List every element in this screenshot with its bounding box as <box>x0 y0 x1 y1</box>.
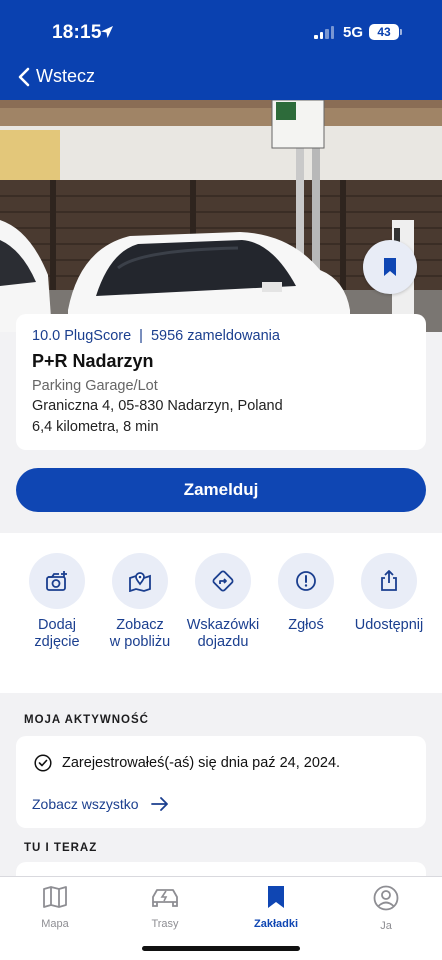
action-label-line2: zdjęcie <box>34 634 80 650</box>
network-label: 5G <box>343 24 364 41</box>
battery-tip <box>400 29 402 35</box>
back-label: Wstecz <box>36 66 96 86</box>
see-all-label: Zobacz wszystko <box>32 796 139 812</box>
action-add-photo[interactable]: Dodaj zdjęcie <box>14 553 100 651</box>
tab-profile-label: Ja <box>380 920 392 932</box>
location-arrow-icon <box>101 26 113 38</box>
action-circle <box>361 553 417 609</box>
see-all-link[interactable]: Zobacz wszystko <box>32 796 169 812</box>
action-nearby[interactable]: Zobacz w pobliżu <box>97 553 183 651</box>
activity-entry: Zarejestrowałeś(-aś) się dnia paź 24, 20… <box>34 754 340 772</box>
action-label-line1: Udostępnij <box>354 617 424 633</box>
action-label-line2: w pobliżu <box>109 634 171 650</box>
station-photo <box>0 100 442 332</box>
action-label-line1: Zobacz <box>116 617 164 633</box>
bookmark-icon <box>268 886 284 908</box>
activity-section-title: MOJA AKTYWNOŚĆ <box>24 714 149 726</box>
checkins-count[interactable]: 5956 zameldowania <box>151 328 280 344</box>
separator: | <box>139 328 143 344</box>
station-distance: 6,4 kilometra, 8 min <box>32 419 159 435</box>
profile-icon <box>373 885 399 911</box>
action-label-line1: Dodaj <box>38 617 76 633</box>
station-name: P+R Nadarzyn <box>32 351 154 371</box>
report-icon <box>296 571 316 591</box>
action-share[interactable]: Udostępnij <box>346 553 432 634</box>
action-circle <box>112 553 168 609</box>
activity-entry-text: Zarejestrowałeś(-aś) się dnia paź 24, 20… <box>62 755 341 771</box>
action-circle <box>195 553 251 609</box>
plugscore[interactable]: 10.0 PlugScore <box>32 328 131 344</box>
bookmark-button[interactable] <box>363 240 417 294</box>
add-photo-icon <box>46 571 67 591</box>
action-label-line2: dojazdu <box>197 634 249 650</box>
tab-routes-label: Trasy <box>151 918 179 930</box>
directions-icon <box>212 570 234 592</box>
signal-icon <box>314 26 334 39</box>
tab-routes[interactable]: Trasy <box>125 885 205 930</box>
share-icon <box>381 570 397 591</box>
action-circle <box>278 553 334 609</box>
status-time: 18:15 <box>52 22 102 43</box>
tab-bookmarks-label: Zakładki <box>253 918 299 930</box>
chevron-left-icon <box>18 67 30 86</box>
action-label-line1: Wskazówki <box>186 617 260 633</box>
check-circle-icon <box>34 754 52 772</box>
arrow-right-icon <box>150 797 168 811</box>
station-info-card: 10.0 PlugScore | 5956 zameldowania P+R N… <box>16 314 426 450</box>
checkin-button[interactable]: Zamelduj <box>16 468 426 512</box>
map-pin-icon <box>129 572 151 592</box>
tab-map[interactable]: Mapa <box>15 885 95 930</box>
map-icon <box>43 886 67 908</box>
tab-profile[interactable]: Ja <box>346 885 426 932</box>
score-line: 10.0 PlugScore | 5956 zameldowania <box>32 328 410 344</box>
back-button[interactable]: Wstecz <box>18 66 95 87</box>
home-indicator <box>142 946 300 951</box>
station-address: Graniczna 4, 05-830 Nadarzyn, Poland <box>32 398 283 414</box>
header: 18:15 5G 43 Wstecz <box>0 0 442 100</box>
action-circle <box>29 553 85 609</box>
action-directions[interactable]: Wskazówki dojazdu <box>180 553 266 651</box>
here-now-section-title: TU I TERAZ <box>24 842 98 854</box>
tab-map-label: Mapa <box>41 918 69 930</box>
bookmark-icon <box>384 258 396 276</box>
action-report[interactable]: Zgłoś <box>263 553 349 634</box>
battery-icon: 43 <box>369 24 399 40</box>
actions-panel: Dodaj zdjęcie Zobacz w pobliżu Wskazówki do… <box>0 533 442 693</box>
station-type: Parking Garage/Lot <box>32 378 158 394</box>
tab-bookmarks[interactable]: Zakładki <box>236 885 316 930</box>
action-label-line1: Zgłoś <box>288 617 324 633</box>
car-icon <box>152 889 178 907</box>
activity-card: Zarejestrowałeś(-aś) się dnia paź 24, 20… <box>16 736 426 828</box>
